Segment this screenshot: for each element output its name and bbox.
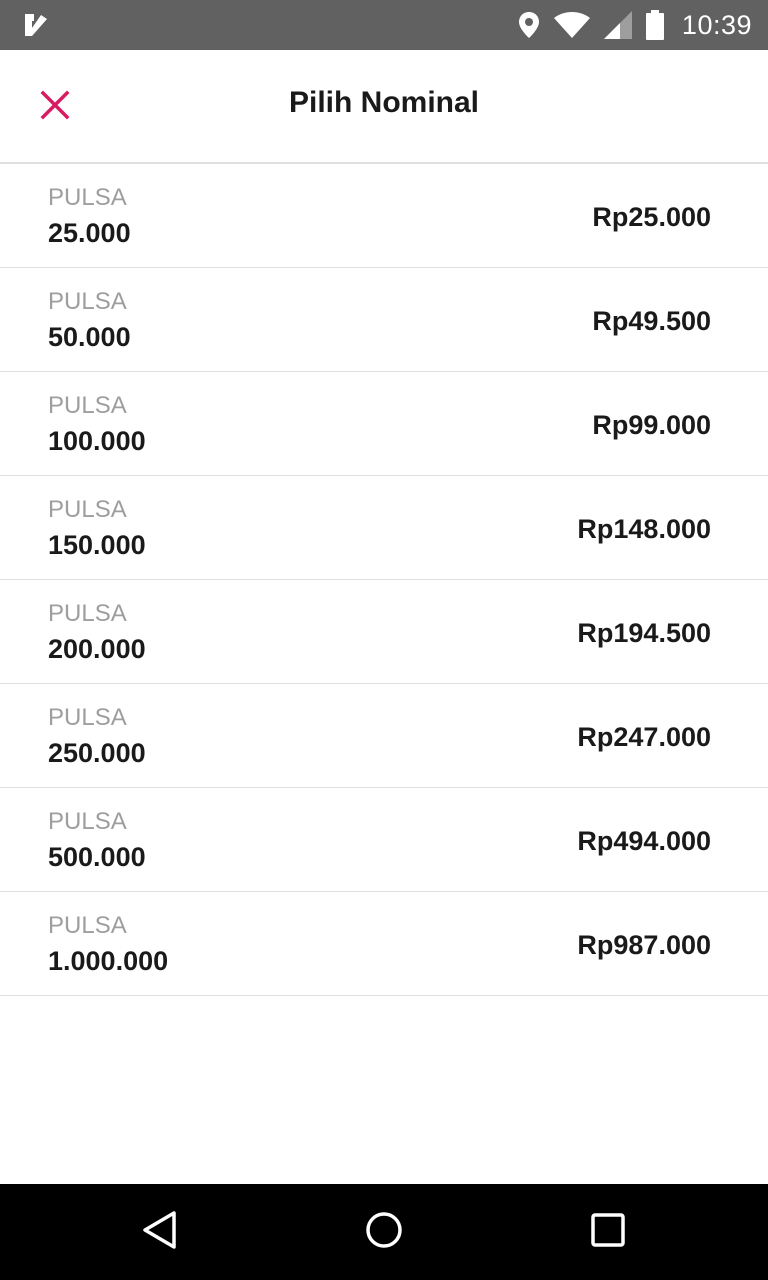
nominal-label: PULSA (48, 704, 127, 731)
nominal-amount: 25.000 (48, 218, 131, 248)
home-icon (364, 1210, 404, 1255)
nominal-amount: 250.000 (48, 738, 146, 768)
recents-icon (590, 1212, 626, 1253)
nominal-price: Rp194.500 (577, 618, 711, 648)
nominal-amount: 50.000 (48, 322, 131, 352)
nominal-list: PULSA 25.000 Rp25.000 PULSA 50.000 Rp49.… (0, 164, 768, 996)
signal-icon (603, 11, 632, 39)
app-header: Pilih Nominal (0, 50, 768, 164)
location-icon (518, 11, 540, 39)
battery-icon (645, 10, 664, 40)
back-icon (140, 1210, 180, 1255)
nominal-item[interactable]: PULSA 250.000 Rp247.000 (0, 684, 768, 788)
nominal-label: PULSA (48, 392, 127, 419)
status-icons: 10:39 (518, 0, 752, 50)
page-title: Pilih Nominal (288, 86, 480, 119)
nominal-label: PULSA (48, 496, 127, 523)
home-button[interactable] (360, 1208, 408, 1256)
nominal-item[interactable]: PULSA 50.000 Rp49.500 (0, 268, 768, 372)
nominal-price: Rp148.000 (577, 514, 711, 544)
nominal-price: Rp25.000 (592, 202, 711, 232)
nominal-item[interactable]: PULSA 150.000 Rp148.000 (0, 476, 768, 580)
nominal-price: Rp247.000 (577, 722, 711, 752)
nominal-price: Rp987.000 (577, 930, 711, 960)
nominal-price: Rp494.000 (577, 826, 711, 856)
nominal-price: Rp99.000 (592, 410, 711, 440)
nominal-amount: 200.000 (48, 634, 146, 664)
nominal-label: PULSA (48, 184, 127, 211)
back-button[interactable] (136, 1208, 184, 1256)
status-bar: 10:39 (0, 0, 768, 50)
app-notification-icon (22, 11, 50, 39)
nominal-label: PULSA (48, 600, 127, 627)
nominal-item[interactable]: PULSA 25.000 Rp25.000 (0, 164, 768, 268)
nominal-item[interactable]: PULSA 100.000 Rp99.000 (0, 372, 768, 476)
recents-button[interactable] (584, 1208, 632, 1256)
navigation-bar (0, 1184, 768, 1280)
nominal-item[interactable]: PULSA 1.000.000 Rp987.000 (0, 892, 768, 996)
nominal-amount: 150.000 (48, 530, 146, 560)
wifi-icon (553, 12, 590, 38)
nominal-item[interactable]: PULSA 200.000 Rp194.500 (0, 580, 768, 684)
nominal-label: PULSA (48, 912, 127, 939)
status-time: 10:39 (681, 9, 752, 40)
nominal-item[interactable]: PULSA 500.000 Rp494.000 (0, 788, 768, 892)
nominal-price: Rp49.500 (592, 306, 711, 336)
nominal-label: PULSA (48, 808, 127, 835)
nominal-amount: 500.000 (48, 842, 146, 872)
nominal-label: PULSA (48, 288, 127, 315)
nominal-amount: 1.000.000 (48, 946, 169, 976)
nominal-amount: 100.000 (48, 426, 146, 456)
